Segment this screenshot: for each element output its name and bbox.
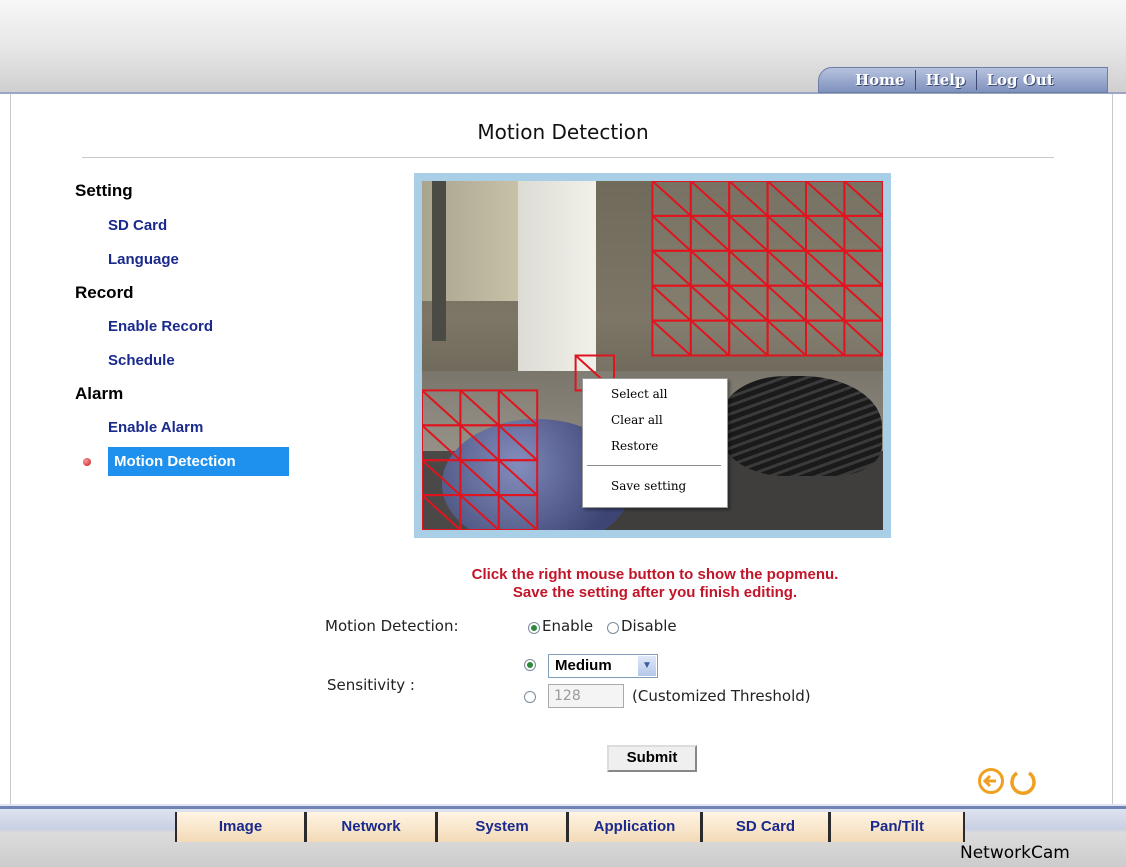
footer-divider	[0, 806, 1126, 809]
menu-item-select-all[interactable]: Select all	[611, 387, 667, 401]
sidebar-heading-setting: Setting	[75, 181, 133, 200]
sidebar-item-enable-record[interactable]: Enable Record	[108, 318, 213, 335]
threshold-label: (Customized Threshold)	[632, 687, 811, 705]
motion-grid-cell[interactable]	[497, 494, 539, 530]
motion-grid-cell[interactable]	[459, 424, 500, 462]
home-link[interactable]: Home	[845, 71, 915, 89]
motion-grid-cell[interactable]	[422, 459, 462, 497]
motion-grid-cell[interactable]	[651, 249, 692, 287]
motion-grid-cell[interactable]	[805, 319, 846, 357]
sensitivity-select-value: Medium	[555, 657, 612, 674]
chevron-down-icon[interactable]: ▼	[638, 656, 656, 676]
tab-network[interactable]: Network	[305, 812, 436, 842]
top-navigation: Home Help Log Out	[818, 67, 1108, 93]
motion-detection-label: Motion Detection:	[325, 617, 459, 635]
motion-grid-cell[interactable]	[843, 319, 883, 357]
motion-grid-cell[interactable]	[766, 284, 808, 322]
motion-grid-cell[interactable]	[459, 494, 500, 530]
motion-grid-cell[interactable]	[728, 319, 769, 357]
motion-grid-cell[interactable]	[805, 181, 846, 217]
sidebar-item-language[interactable]: Language	[108, 251, 179, 268]
preset-sensitivity-radio[interactable]	[524, 659, 536, 671]
tab-sd-card[interactable]: SD Card	[701, 812, 829, 842]
back-arrow-icon[interactable]	[977, 767, 1005, 795]
custom-threshold-radio[interactable]	[524, 691, 536, 703]
motion-grid-cell[interactable]	[728, 214, 769, 252]
motion-grid-cell[interactable]	[728, 249, 769, 287]
tab-application[interactable]: Application	[567, 812, 701, 842]
motion-grid-cell[interactable]	[651, 214, 692, 252]
motion-grid-cell[interactable]	[843, 249, 883, 287]
menu-separator	[587, 465, 721, 466]
enable-radio[interactable]	[528, 622, 540, 634]
motion-grid-cell[interactable]	[689, 249, 731, 287]
help-link[interactable]: Help	[916, 71, 976, 89]
motion-grid-cell[interactable]	[422, 424, 462, 462]
motion-grid-cell[interactable]	[766, 319, 808, 357]
enable-label: Enable	[542, 617, 594, 635]
motion-grid-cell[interactable]	[689, 319, 731, 357]
motion-grid-cell[interactable]	[497, 424, 539, 462]
submit-button[interactable]: Submit	[607, 745, 697, 772]
motion-grid-cell[interactable]	[422, 494, 462, 530]
motion-grid-cell[interactable]	[805, 214, 846, 252]
motion-grid-cell[interactable]	[728, 284, 769, 322]
motion-grid-cell[interactable]	[689, 284, 731, 322]
title-divider	[82, 157, 1054, 158]
motion-grid-cell[interactable]	[497, 389, 539, 427]
menu-item-save-setting[interactable]: Save setting	[611, 479, 686, 493]
refresh-icon[interactable]	[1008, 767, 1038, 797]
context-menu: Select all Clear all Restore Save settin…	[582, 378, 728, 508]
motion-grid-cell[interactable]	[805, 249, 846, 287]
instruction-line-2: Save the setting after you finish editin…	[512, 584, 798, 601]
disable-label: Disable	[621, 617, 677, 635]
motion-grid-cell[interactable]	[843, 284, 883, 322]
sidebar-item-schedule[interactable]: Schedule	[108, 352, 175, 369]
motion-grid-cell[interactable]	[805, 284, 846, 322]
sidebar-item-enable-alarm[interactable]: Enable Alarm	[108, 419, 203, 436]
tab-pan-tilt[interactable]: Pan/Tilt	[829, 812, 965, 842]
motion-grid-cell[interactable]	[689, 181, 731, 217]
active-bullet-icon	[83, 458, 91, 466]
logout-link[interactable]: Log Out	[977, 71, 1064, 89]
motion-grid-cell[interactable]	[651, 181, 692, 217]
motion-grid-cell[interactable]	[459, 459, 500, 497]
menu-item-clear-all[interactable]: Clear all	[611, 413, 663, 427]
motion-grid-cell[interactable]	[689, 214, 731, 252]
menu-item-restore[interactable]: Restore	[611, 439, 658, 453]
tab-system[interactable]: System	[436, 812, 567, 842]
brand-label: NetworkCam	[960, 843, 1070, 863]
bottom-tab-bar: Image Network System Application SD Card…	[175, 812, 965, 842]
threshold-input[interactable]: 128	[548, 684, 624, 708]
motion-grid-cell[interactable]	[459, 389, 500, 427]
tab-image[interactable]: Image	[175, 812, 305, 842]
motion-grid-cell[interactable]	[766, 181, 808, 217]
instruction-line-1: Click the right mouse button to show the…	[471, 566, 839, 583]
motion-grid-cell[interactable]	[728, 181, 769, 217]
motion-grid-cell[interactable]	[843, 214, 883, 252]
motion-grid-cell[interactable]	[766, 214, 808, 252]
motion-grid-cell[interactable]	[497, 459, 539, 497]
motion-grid-cell[interactable]	[766, 249, 808, 287]
sensitivity-select[interactable]: Medium ▼	[548, 654, 658, 678]
motion-grid-cell[interactable]	[422, 389, 462, 427]
motion-grid-cell[interactable]	[843, 181, 883, 217]
disable-radio[interactable]	[607, 622, 619, 634]
motion-grid-cell[interactable]	[651, 284, 692, 322]
sidebar-heading-alarm: Alarm	[75, 384, 124, 403]
page-title: Motion Detection	[477, 120, 649, 144]
sidebar-heading-record: Record	[75, 283, 134, 302]
motion-grid-cell[interactable]	[651, 319, 692, 357]
sidebar-item-motion-detection[interactable]: Motion Detection	[108, 447, 289, 476]
sidebar-item-sd-card[interactable]: SD Card	[108, 217, 167, 234]
sensitivity-label: Sensitivity :	[327, 676, 415, 694]
